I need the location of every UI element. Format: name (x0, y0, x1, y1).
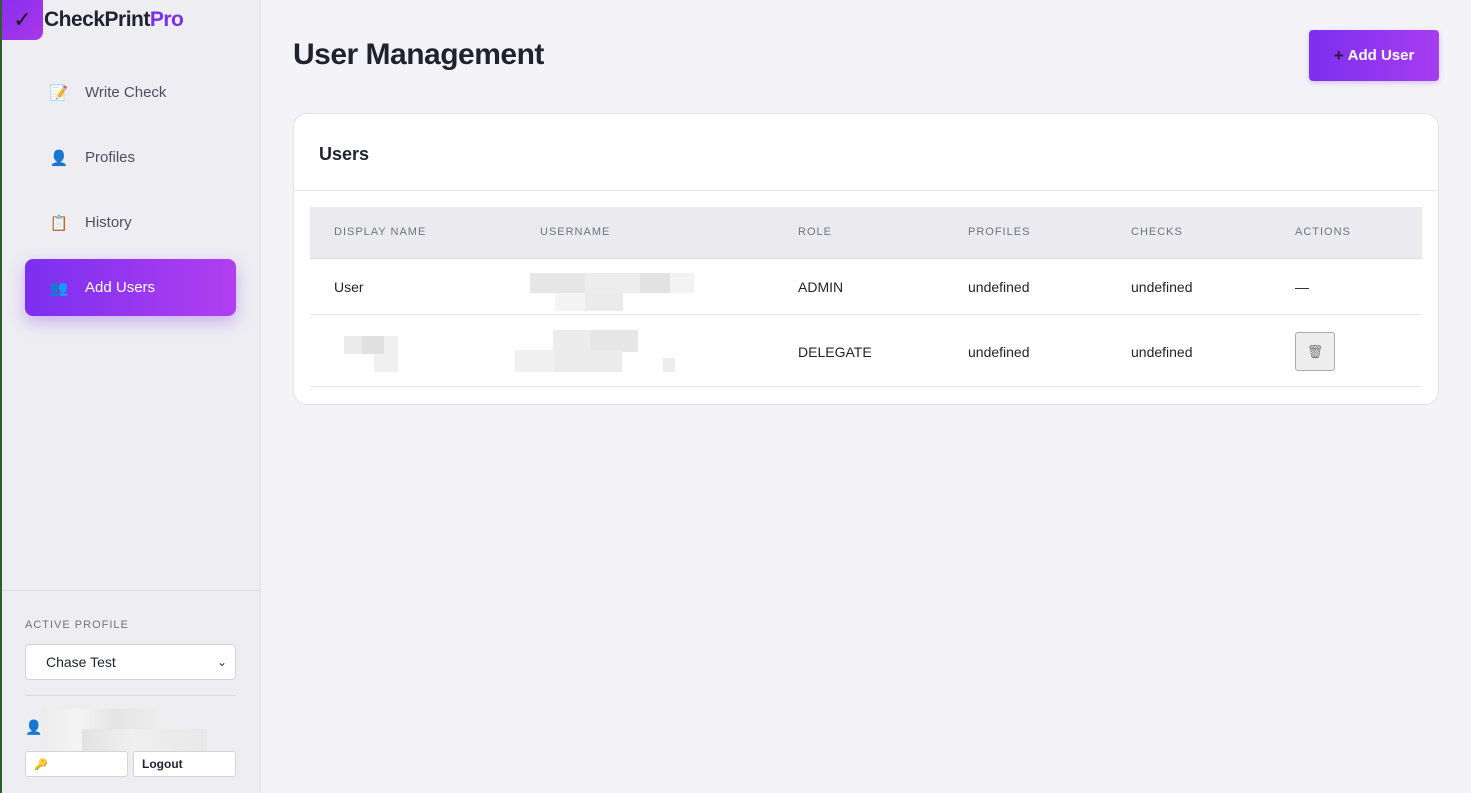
app-window: ✓ CheckPrintPro 📝 Write Check 👤 Profiles… (0, 0, 1471, 793)
cell-profiles: undefined (968, 344, 1030, 360)
header-actions: ACTIONS (1295, 226, 1351, 238)
cell-checks: undefined (1131, 344, 1193, 360)
sidebar: ✓ CheckPrintPro 📝 Write Check 👤 Profiles… (2, 0, 261, 793)
trash-icon: 🗑 (1306, 343, 1324, 359)
table-header: DISPLAY NAME USERNAME ROLE PROFILES CHEC… (310, 207, 1422, 259)
sidebar-nav: 📝 Write Check 👤 Profiles 📋 History 👥 Add… (25, 64, 236, 324)
table-row: DELEGATE undefined undefined 🗑 (310, 315, 1422, 387)
key-icon: 🔑 (34, 758, 48, 771)
header-role: ROLE (798, 226, 832, 238)
sidebar-item-label: Write Check (85, 84, 167, 101)
sidebar-item-label: Add Users (85, 279, 156, 296)
header-display-name: DISPLAY NAME (334, 226, 427, 238)
cell-display-name: User (334, 279, 364, 295)
plus-icon: + (1333, 45, 1344, 65)
redacted-username (515, 330, 675, 372)
user-icon: 👤 (25, 719, 43, 735)
users-icon: 👥 (49, 279, 69, 297)
check-icon: ✓ (2, 0, 43, 40)
add-user-button[interactable]: + Add User (1309, 30, 1439, 81)
table-row: User ADMIN undefined undefined — (310, 259, 1422, 315)
cell-action-none: — (1295, 279, 1309, 295)
active-profile-value: Chase Test (46, 654, 116, 670)
sidebar-item-history[interactable]: 📋 History (25, 194, 236, 251)
cell-role: ADMIN (798, 279, 844, 295)
cell-role: DELEGATE (798, 344, 872, 360)
brand-name: CheckPrintPro (44, 8, 184, 32)
active-profile-select[interactable]: Chase Test ⌄ (25, 644, 236, 680)
logout-button[interactable]: Logout (133, 751, 236, 777)
active-profile-label: ACTIVE PROFILE (25, 619, 129, 631)
user-icon: 👤 (49, 149, 69, 167)
header-checks: CHECKS (1131, 226, 1183, 238)
add-user-label: Add User (1347, 47, 1415, 64)
page-title: User Management (293, 38, 544, 71)
cell-checks: undefined (1131, 279, 1193, 295)
brand-name-pro: Pro (149, 8, 184, 31)
brand-logo[interactable]: ✓ CheckPrintPro (2, 0, 184, 40)
users-table: DISPLAY NAME USERNAME ROLE PROFILES CHEC… (310, 207, 1422, 387)
header-username: USERNAME (540, 226, 611, 238)
divider (294, 190, 1438, 191)
chevron-down-icon: ⌄ (216, 655, 227, 669)
cell-profiles: undefined (968, 279, 1030, 295)
brand-name-main: CheckPrint (44, 8, 150, 31)
memo-icon: 📝 (49, 84, 69, 102)
divider (25, 695, 236, 696)
logout-label: Logout (142, 757, 183, 771)
header-profiles: PROFILES (968, 226, 1031, 238)
sidebar-footer: ACTIVE PROFILE Chase Test ⌄ 👤 🔑 Logout (2, 590, 260, 777)
sidebar-item-label: History (85, 214, 132, 231)
change-password-button[interactable]: 🔑 (25, 751, 128, 777)
card-title: Users (319, 144, 370, 164)
sidebar-item-profiles[interactable]: 👤 Profiles (25, 129, 236, 186)
redacted-user-email (82, 729, 207, 751)
redacted-display-name (344, 336, 398, 372)
redacted-username (530, 271, 694, 313)
sidebar-item-add-users[interactable]: 👥 Add Users (25, 259, 236, 316)
delete-user-button[interactable]: 🗑 (1295, 332, 1335, 371)
users-card: Users DISPLAY NAME USERNAME ROLE PROFILE… (293, 113, 1439, 405)
sidebar-item-label: Profiles (85, 149, 136, 166)
sidebar-item-write-check[interactable]: 📝 Write Check (25, 64, 236, 121)
clipboard-icon: 📋 (49, 214, 69, 232)
